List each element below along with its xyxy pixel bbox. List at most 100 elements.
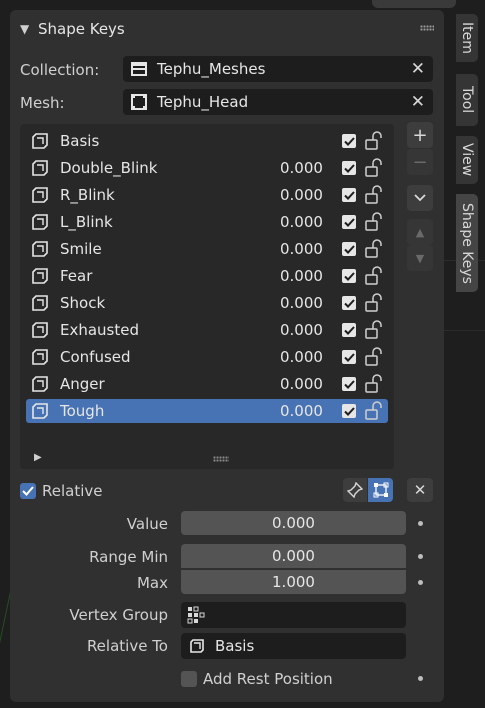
shape-key-row[interactable]: L_Blink 0.000 [26,210,388,234]
shape-key-icon [32,187,48,203]
shape-key-icon [32,160,48,176]
unlocked-icon[interactable] [364,212,386,232]
clear-mesh-icon[interactable]: ✕ [411,92,425,112]
collapse-chevron-icon[interactable]: ▼ [20,22,38,36]
tab-view-label: View [459,143,475,177]
keyframe-dot-icon[interactable] [418,580,423,585]
shape-key-row[interactable]: Smile 0.000 [26,237,388,261]
shape-key-name[interactable]: Tough [60,402,104,420]
shape-key-mute-checkbox[interactable] [342,404,356,418]
pin-icon [347,482,363,498]
shape-key-mute-checkbox[interactable] [342,323,356,337]
shape-key-name[interactable]: R_Blink [60,186,115,204]
shape-key-row[interactable]: Shock 0.000 [26,291,388,315]
list-filter-toggle-icon[interactable]: ▶ [34,452,42,463]
keyframe-dot-icon[interactable] [418,676,423,681]
unlocked-icon[interactable] [364,131,386,151]
shape-key-row[interactable]: Fear 0.000 [26,264,388,288]
shape-key-mute-checkbox[interactable] [342,269,356,283]
add-rest-position-checkbox[interactable] [181,671,197,687]
shape-key-mute-checkbox[interactable] [342,161,356,175]
shape-key-mute-checkbox[interactable] [342,188,356,202]
shape-key-value[interactable]: 0.000 [280,402,323,420]
shape-key-mute-checkbox[interactable] [342,296,356,310]
shape-key-name[interactable]: Exhausted [60,321,139,339]
unlocked-icon[interactable] [364,401,386,421]
shape-key-specials-button[interactable] [407,185,433,211]
shape-key-mute-checkbox[interactable] [342,350,356,364]
shape-key-name[interactable]: Anger [60,375,105,393]
remove-shape-key-button[interactable]: − [407,149,433,175]
edit-mode-icon [373,482,388,498]
relative-to-field[interactable]: Basis [181,633,406,659]
shape-key-list[interactable]: Basis Double_Blink 0.000 R_Blink 0.000 L_Blin… [20,124,394,469]
list-resize-grip-icon[interactable] [213,456,229,462]
shape-key-icon [32,268,48,284]
shape-key-row[interactable]: Basis [26,129,388,153]
shape-key-row[interactable]: Anger 0.000 [26,372,388,396]
move-up-button[interactable]: ▲ [407,219,433,245]
add-rest-position-toggle[interactable]: Add Rest Position [181,670,333,688]
shape-key-value[interactable]: 0.000 [280,240,323,258]
collection-field[interactable]: Tephu_Meshes ✕ [123,56,433,82]
unlocked-icon[interactable] [364,374,386,394]
unlocked-icon[interactable] [364,239,386,259]
unlocked-icon[interactable] [364,293,386,313]
relative-toggle[interactable]: Relative [20,482,103,500]
tab-item[interactable]: Item [456,14,478,62]
shape-key-pin-button[interactable] [343,478,367,502]
max-label: Max [136,574,168,592]
checkmark-icon [343,163,355,173]
relative-checkbox[interactable] [20,483,36,499]
unlocked-icon[interactable] [364,185,386,205]
clear-collection-icon[interactable]: ✕ [411,59,425,79]
shape-key-value[interactable]: 0.000 [280,294,323,312]
shape-key-value[interactable]: 0.000 [280,213,323,231]
shape-key-value[interactable]: 0.000 [280,375,323,393]
drag-grip-icon[interactable] [420,25,434,31]
shape-key-name[interactable]: Basis [60,132,99,150]
shape-key-row[interactable]: Exhausted 0.000 [26,318,388,342]
tab-tool[interactable]: Tool [456,74,478,126]
shape-key-row[interactable]: R_Blink 0.000 [26,183,388,207]
shape-key-mute-checkbox[interactable] [342,242,356,256]
max-field[interactable]: 1.000 [181,570,406,594]
shape-key-value[interactable]: 0.000 [280,159,323,177]
shape-key-value[interactable]: 0.000 [280,267,323,285]
unlocked-icon[interactable] [364,266,386,286]
move-down-button[interactable]: ▼ [407,245,433,271]
unlocked-icon[interactable] [364,158,386,178]
shape-key-name[interactable]: Fear [60,267,92,285]
range-min-field[interactable]: 0.000 [181,544,406,568]
unlocked-icon[interactable] [364,347,386,367]
shape-key-value[interactable]: 0.000 [280,186,323,204]
shape-key-name[interactable]: Confused [60,348,131,366]
add-shape-key-button[interactable]: + [407,122,433,148]
shape-key-mute-checkbox[interactable] [342,377,356,391]
shape-key-mute-checkbox[interactable] [342,134,356,148]
shape-key-name[interactable]: Double_Blink [60,159,157,177]
shape-key-value[interactable]: 0.000 [280,321,323,339]
shape-key-row[interactable]: Double_Blink 0.000 [26,156,388,180]
panel-header[interactable]: ▼ Shape Keys [10,10,444,48]
keyframe-dot-icon[interactable] [418,554,423,559]
shape-key-row[interactable]: Tough 0.000 [26,399,388,423]
shape-key-name[interactable]: Shock [60,294,105,312]
shape-key-row[interactable]: Confused 0.000 [26,345,388,369]
mesh-field[interactable]: Tephu_Head ✕ [123,89,433,115]
shape-key-value[interactable]: 0.000 [280,348,323,366]
keyframe-dot-icon[interactable] [418,521,423,526]
shape-key-mute-checkbox[interactable] [342,215,356,229]
collection-icon [129,60,149,78]
shape-key-name[interactable]: L_Blink [60,213,113,231]
shape-key-name[interactable]: Smile [60,240,102,258]
tab-shape-keys[interactable]: Shape Keys [456,194,478,292]
edit-mode-button[interactable] [368,478,393,502]
collection-label: Collection: [20,61,100,79]
value-field[interactable]: 0.000 [181,511,406,535]
vertex-group-field[interactable] [181,602,406,628]
tab-view[interactable]: View [456,136,478,184]
vertex-group-icon [187,606,205,624]
unlocked-icon[interactable] [364,320,386,340]
clear-weights-button[interactable]: ✕ [407,478,433,502]
